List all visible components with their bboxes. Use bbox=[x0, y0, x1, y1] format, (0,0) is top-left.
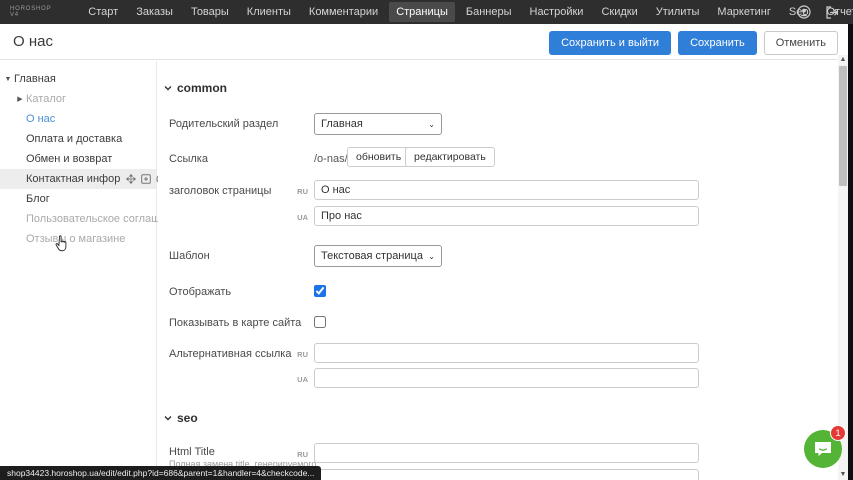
tree-item-label: Контактная инфор bbox=[26, 173, 120, 185]
tree-item-label: Отзывы о магазине bbox=[26, 233, 125, 245]
menu-item[interactable]: Страницы bbox=[389, 2, 455, 22]
section-seo-title: seo bbox=[177, 411, 198, 425]
alt-link-ua-input[interactable] bbox=[314, 368, 699, 388]
chat-widget-button[interactable]: 1 bbox=[804, 430, 842, 468]
section-common[interactable]: common bbox=[164, 81, 227, 95]
template-label: Шаблон bbox=[169, 250, 210, 262]
alt-link-label: Альтернативная ссылка bbox=[169, 348, 291, 360]
logo-version: HOROSHOP V4 bbox=[10, 6, 51, 18]
parent-section-select[interactable]: Главная ⌄ bbox=[314, 113, 442, 135]
tree-item-label: Блог bbox=[26, 193, 50, 205]
section-seo[interactable]: seo bbox=[164, 411, 198, 425]
add-icon[interactable] bbox=[141, 174, 151, 184]
tree-item-label: Обмен и возврат bbox=[26, 153, 112, 165]
screen-edge bbox=[848, 24, 853, 480]
tree-item[interactable]: ▼Главная bbox=[0, 69, 156, 89]
lang-tag-ru: RU bbox=[286, 450, 308, 459]
html-title-ru-input[interactable] bbox=[314, 443, 699, 463]
page-title: О нас bbox=[13, 33, 53, 50]
chevron-down-icon: ⌄ bbox=[428, 252, 435, 261]
chat-unread-badge: 1 bbox=[830, 425, 846, 441]
lang-tag-ru: RU bbox=[286, 187, 308, 196]
lang-tag-ua: UA bbox=[286, 375, 308, 384]
template-value: Текстовая страница bbox=[321, 250, 423, 262]
tree-item[interactable]: Оплата и доставка bbox=[0, 129, 156, 149]
top-navigation-bar: HOROSHOP V4 shop34423.horoshop.ua СтартЗ… bbox=[0, 0, 853, 24]
pages-tree-sidebar: ▼Главная▶КаталогО насОплата и доставкаОб… bbox=[0, 61, 157, 480]
account-icon[interactable] bbox=[797, 5, 811, 19]
link-update-button[interactable]: обновить bbox=[347, 147, 410, 167]
menu-item[interactable]: Комментарии bbox=[302, 2, 385, 22]
chevron-down-icon bbox=[164, 414, 172, 422]
logo[interactable]: HOROSHOP V4 shop34423.horoshop.ua bbox=[10, 6, 51, 19]
page-title-field-label: заголовок страницы bbox=[169, 185, 271, 197]
scroll-down-arrow[interactable]: ▼ bbox=[838, 470, 848, 480]
tree-item-label: Главная bbox=[14, 73, 56, 85]
menu-item[interactable]: Старт bbox=[81, 2, 125, 22]
menu-item[interactable]: Товары bbox=[184, 2, 236, 22]
page-title-ru-input[interactable] bbox=[314, 180, 699, 200]
sitemap-checkbox[interactable] bbox=[314, 316, 326, 328]
chevron-right-icon[interactable]: ▶ bbox=[15, 89, 25, 109]
tree-item[interactable]: Контактная инфор bbox=[0, 169, 156, 189]
menu-item[interactable]: Скидки bbox=[594, 2, 644, 22]
section-common-title: common bbox=[177, 81, 227, 95]
link-label: Ссылка bbox=[169, 153, 208, 165]
lang-tag-ru: RU bbox=[286, 350, 308, 359]
pages-tree: ▼Главная▶КаталогО насОплата и доставкаОб… bbox=[0, 69, 156, 249]
page-header: О нас Сохранить и выйти Сохранить Отмени… bbox=[0, 24, 848, 60]
menu-item[interactable]: Утилиты bbox=[649, 2, 707, 22]
page-editor: HOROSHOP V4 shop34423.horoshop.ua СтартЗ… bbox=[0, 0, 853, 480]
tree-item-label: О нас bbox=[26, 113, 55, 125]
tree-item[interactable]: Отзывы о магазине bbox=[0, 229, 156, 249]
display-label: Отображать bbox=[169, 286, 231, 298]
link-edit-button[interactable]: редактировать bbox=[405, 147, 495, 167]
topbar-icons bbox=[797, 0, 839, 24]
cancel-button[interactable]: Отменить bbox=[764, 31, 838, 55]
menu-item[interactable]: Заказы bbox=[129, 2, 180, 22]
vertical-scrollbar[interactable]: ▲ ▼ bbox=[838, 55, 848, 480]
tree-item[interactable]: Пользовательское соглашение bbox=[0, 209, 156, 229]
save-button[interactable]: Сохранить bbox=[678, 31, 757, 55]
html-title-ua-input[interactable] bbox=[314, 469, 699, 480]
alt-link-ru-input[interactable] bbox=[314, 343, 699, 363]
chevron-down-icon bbox=[164, 84, 172, 92]
sitemap-label: Показывать в карте сайта bbox=[169, 317, 301, 329]
display-checkbox[interactable] bbox=[314, 285, 326, 297]
tree-item[interactable]: О нас bbox=[0, 109, 156, 129]
html-title-label: Html Title bbox=[169, 446, 215, 458]
menu-item[interactable]: Баннеры bbox=[459, 2, 519, 22]
parent-section-value: Главная bbox=[321, 118, 363, 130]
lang-tag-ua: UA bbox=[286, 213, 308, 222]
menu-item[interactable]: Маркетинг bbox=[710, 2, 777, 22]
tree-item[interactable]: Блог bbox=[0, 189, 156, 209]
tree-item-label: Оплата и доставка bbox=[26, 133, 122, 145]
move-icon[interactable] bbox=[126, 174, 136, 184]
scrollbar-thumb[interactable] bbox=[839, 66, 847, 186]
tree-item[interactable]: Обмен и возврат bbox=[0, 149, 156, 169]
scroll-up-arrow[interactable]: ▲ bbox=[838, 55, 848, 65]
tree-item[interactable]: ▶Каталог bbox=[0, 89, 156, 109]
template-select[interactable]: Текстовая страница ⌄ bbox=[314, 245, 442, 267]
header-buttons: Сохранить и выйти Сохранить Отменить bbox=[549, 31, 838, 55]
logout-icon[interactable] bbox=[825, 6, 839, 19]
chat-bubble-icon bbox=[813, 440, 833, 458]
chevron-down-icon[interactable]: ▼ bbox=[3, 69, 13, 89]
edit-form: common Родительский раздел Главная ⌄ Ссы… bbox=[158, 61, 848, 480]
save-and-exit-button[interactable]: Сохранить и выйти bbox=[549, 31, 671, 55]
menu-item[interactable]: Настройки bbox=[523, 2, 591, 22]
parent-section-label: Родительский раздел bbox=[169, 118, 278, 130]
menu-item[interactable]: Клиенты bbox=[240, 2, 298, 22]
status-url-bar: shop34423.horoshop.ua/edit/edit.php?id=6… bbox=[0, 466, 321, 480]
top-menu: СтартЗаказыТоварыКлиентыКомментарииСтран… bbox=[81, 2, 853, 22]
chevron-down-icon: ⌄ bbox=[428, 120, 435, 129]
link-value: /o-nas/ bbox=[314, 153, 348, 165]
page-title-ua-input[interactable] bbox=[314, 206, 699, 226]
tree-item-label: Каталог bbox=[26, 93, 66, 105]
